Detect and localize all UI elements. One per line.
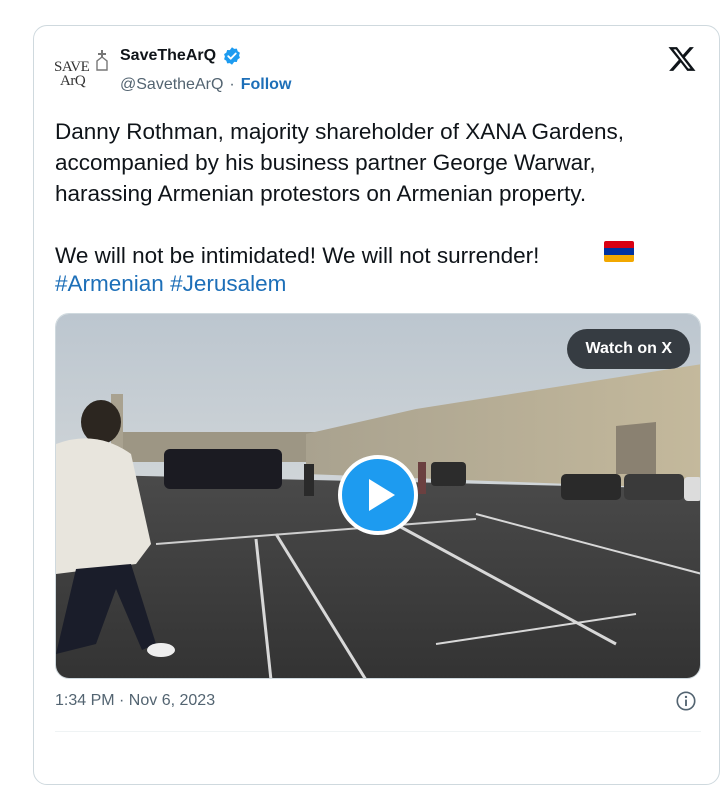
watch-on-x-button[interactable]: Watch on X bbox=[567, 329, 690, 369]
info-icon[interactable] bbox=[675, 690, 697, 712]
avatar-line-1: SAVE bbox=[54, 59, 90, 75]
play-icon[interactable] bbox=[337, 454, 419, 536]
avatar[interactable]: SAVE ArQ bbox=[54, 48, 114, 100]
tweet-card: SAVE ArQ SaveTheArQ @SavetheArQ · Follow… bbox=[33, 25, 720, 785]
video-media[interactable]: Watch on X bbox=[55, 313, 701, 679]
author-name-row: SaveTheArQ bbox=[120, 46, 242, 66]
display-name[interactable]: SaveTheArQ bbox=[120, 47, 216, 65]
tweet-text: Danny Rothman, majority shareholder of X… bbox=[55, 119, 625, 268]
separator-dot: · bbox=[229, 76, 235, 93]
avatar-line-2: ArQ bbox=[60, 73, 86, 89]
verified-badge-icon bbox=[224, 47, 240, 65]
author-handle[interactable]: @SavetheArQ bbox=[120, 76, 223, 94]
hashtags: #Armenian #Jerusalem bbox=[55, 268, 286, 299]
hashtag-jerusalem[interactable]: #Jerusalem bbox=[170, 271, 286, 296]
armenia-flag-icon bbox=[604, 241, 634, 262]
follow-button[interactable]: Follow bbox=[241, 76, 292, 94]
handle-row: @SavetheArQ · Follow bbox=[120, 76, 291, 94]
church-cross-icon bbox=[96, 50, 108, 71]
hashtag-armenian[interactable]: #Armenian bbox=[55, 271, 164, 296]
footer-divider bbox=[55, 731, 701, 732]
x-logo-icon[interactable] bbox=[667, 44, 697, 74]
tweet-timestamp[interactable]: 1:34 PM · Nov 6, 2023 bbox=[55, 692, 215, 710]
